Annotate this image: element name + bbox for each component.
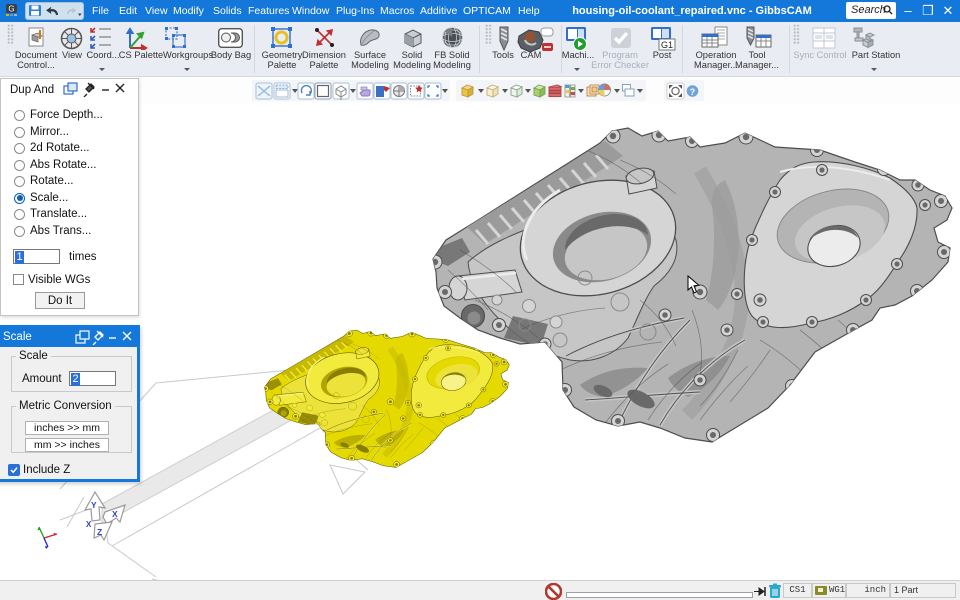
svg-text:?: ? (690, 87, 696, 97)
svg-text:G1: G1 (661, 40, 673, 50)
svg-text:Y: Y (91, 500, 97, 510)
svg-text:X: X (86, 520, 92, 529)
svg-text:X: X (112, 509, 118, 519)
svg-text:G: G (8, 5, 14, 14)
svg-text:Z: Z (97, 527, 102, 537)
